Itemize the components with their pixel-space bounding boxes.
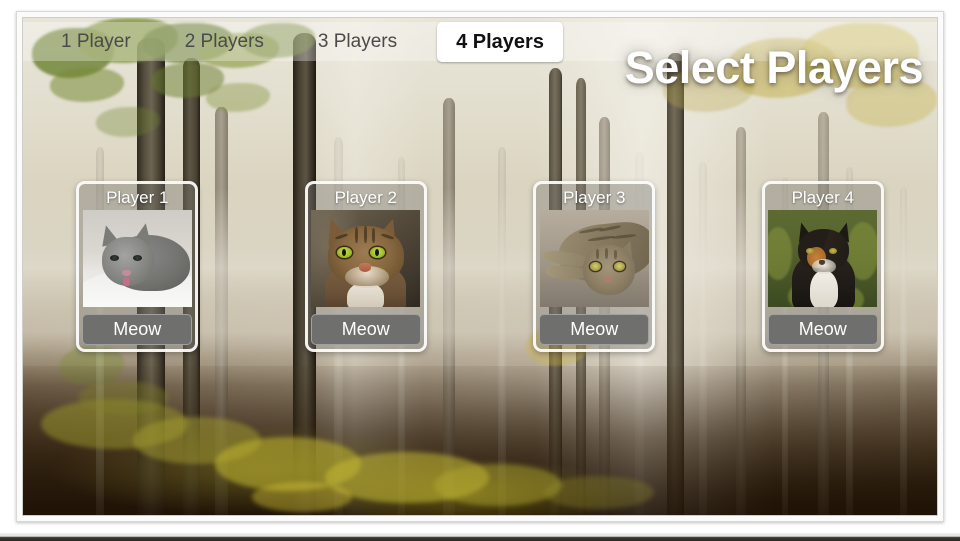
screenshot-root: 1 Player 2 Players 3 Players 4 Players S… bbox=[0, 0, 960, 541]
page-title: Select Players bbox=[624, 42, 924, 93]
player-3-meow-button[interactable]: Meow bbox=[539, 314, 650, 345]
tab-2-players[interactable]: 2 Players bbox=[171, 23, 278, 60]
player-2-label: Player 2 bbox=[334, 188, 397, 207]
forest-floor bbox=[23, 365, 937, 515]
player-card-2[interactable]: Player 2 Meow bbox=[304, 181, 427, 352]
page-frame: 1 Player 2 Players 3 Players 4 Players S… bbox=[16, 11, 944, 522]
player-card-1[interactable]: Player 1 Meow bbox=[76, 181, 199, 352]
lying-tabby-cat-image bbox=[539, 210, 649, 307]
grey-kitten-image bbox=[82, 210, 192, 307]
player-4-label: Player 4 bbox=[791, 188, 854, 207]
player-2-photo[interactable] bbox=[311, 210, 421, 307]
window-bottom-edge bbox=[0, 533, 960, 541]
player-3-label: Player 3 bbox=[563, 188, 626, 207]
player-4-meow-button[interactable]: Meow bbox=[767, 314, 878, 345]
player-card-3[interactable]: Player 3 Meow bbox=[533, 181, 656, 352]
player-cards-row: Player 1 Meow Player 2 Meow Player 3 Meo… bbox=[23, 181, 937, 371]
player-2-meow-button[interactable]: Meow bbox=[310, 314, 421, 345]
tab-1-player[interactable]: 1 Player bbox=[47, 23, 145, 60]
calico-cat-image bbox=[768, 210, 878, 307]
player-4-photo[interactable] bbox=[768, 210, 878, 307]
player-1-meow-button[interactable]: Meow bbox=[82, 314, 193, 345]
app-viewport: 1 Player 2 Players 3 Players 4 Players S… bbox=[22, 17, 938, 516]
player-1-photo[interactable] bbox=[82, 210, 192, 307]
player-1-label: Player 1 bbox=[106, 188, 169, 207]
tab-3-players[interactable]: 3 Players bbox=[304, 23, 411, 60]
player-3-photo[interactable] bbox=[539, 210, 649, 307]
brown-tabby-cat-image bbox=[311, 210, 421, 307]
tab-4-players[interactable]: 4 Players bbox=[437, 21, 563, 62]
player-card-4[interactable]: Player 4 Meow bbox=[761, 181, 884, 352]
